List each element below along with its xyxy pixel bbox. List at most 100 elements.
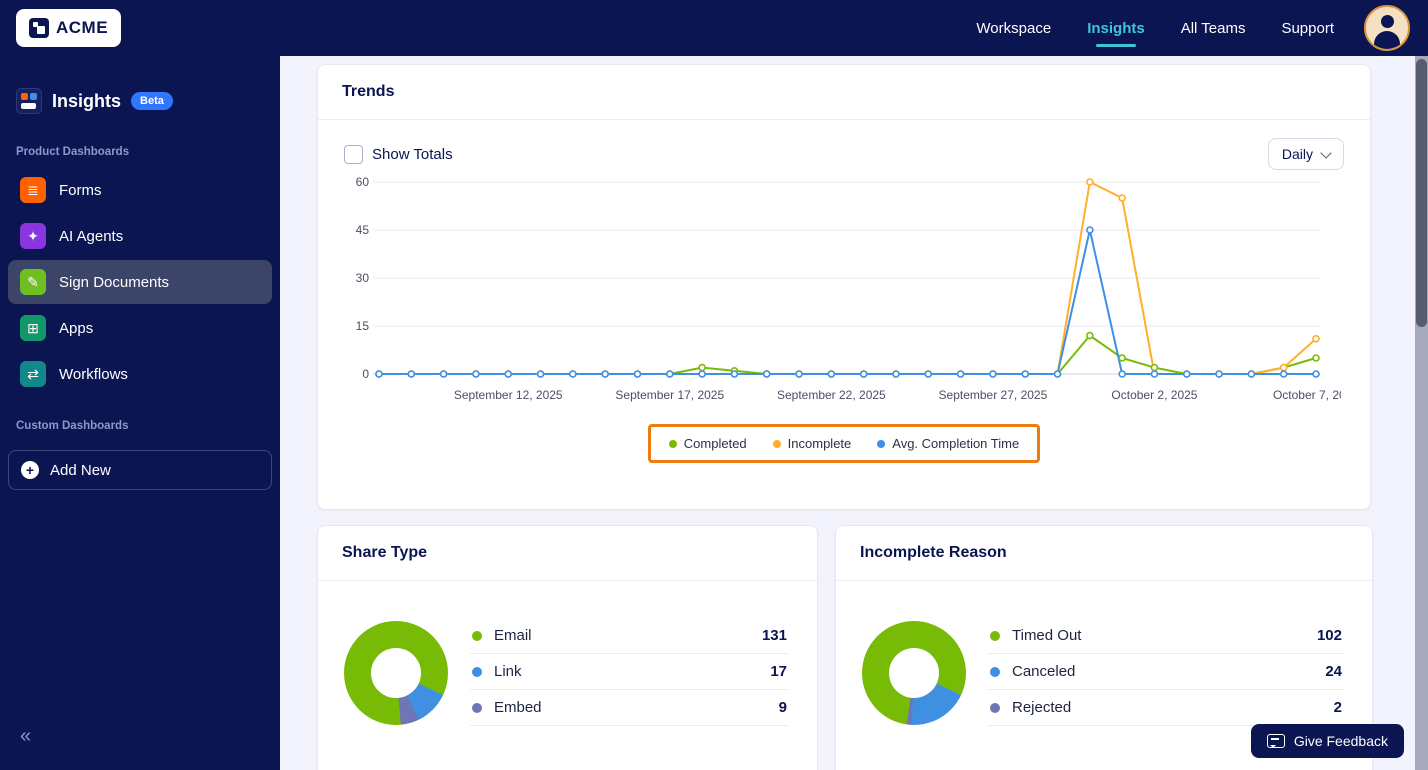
top-nav-all-teams[interactable]: All Teams — [1181, 0, 1246, 56]
top-nav: Workspace Insights All Teams Support — [976, 0, 1334, 56]
data-point-avg-completion-time[interactable] — [601, 370, 609, 378]
data-point-completed[interactable] — [1118, 354, 1126, 362]
chevron-down-icon — [1320, 146, 1332, 159]
data-point-avg-completion-time[interactable] — [1247, 370, 1256, 378]
data-point-completed[interactable] — [698, 363, 706, 372]
data-point-avg-completion-time[interactable] — [375, 370, 383, 378]
data-point-avg-completion-time[interactable] — [536, 370, 545, 378]
scrollbar[interactable] — [1415, 56, 1428, 770]
legend-row-label: Canceled — [1012, 663, 1076, 680]
legend-row-label: Timed Out — [1012, 627, 1082, 644]
show-totals-label[interactable]: Show Totals — [372, 146, 453, 163]
sidebar-item-label: AI Agents — [59, 227, 124, 245]
legend-item-incomplete[interactable]: Incomplete — [772, 436, 851, 451]
data-point-avg-completion-time[interactable] — [827, 370, 836, 378]
legend-item-avg-completion-time[interactable]: Avg. Completion Time — [877, 436, 1019, 451]
data-point-avg-completion-time[interactable] — [795, 370, 803, 378]
data-point-avg-completion-time[interactable] — [1279, 370, 1288, 378]
forms-icon: ≣ — [20, 177, 46, 203]
avg-completion-time-dot-icon — [877, 439, 886, 448]
data-point-avg-completion-time[interactable] — [439, 370, 448, 378]
incomplete-reason-title: Incomplete Reason — [836, 526, 1372, 581]
y-axis-label: 30 — [356, 271, 370, 285]
legend-item-completed[interactable]: Completed — [668, 436, 747, 451]
data-point-avg-completion-time[interactable] — [633, 370, 642, 378]
data-point-avg-completion-time[interactable] — [730, 370, 739, 378]
scrollbar-thumb[interactable] — [1416, 59, 1427, 327]
trends-controls: Show Totals Daily — [318, 120, 1370, 174]
section-label-product-dashboards: Product Dashboards — [16, 146, 130, 158]
data-point-avg-completion-time[interactable] — [1150, 370, 1159, 378]
interval-dropdown[interactable]: Daily — [1267, 138, 1344, 170]
legend-row-value: 131 — [761, 627, 787, 644]
add-new-button[interactable]: + Add New — [8, 450, 272, 490]
sidebar-item-workflows[interactable]: ⇄ Workflows — [8, 352, 272, 396]
workflows-icon: ⇄ — [20, 361, 46, 387]
legend-label: Completed — [683, 436, 747, 451]
data-point-avg-completion-time[interactable] — [924, 370, 933, 378]
sidebar-item-ai-agents[interactable]: ✦ AI Agents — [8, 214, 272, 258]
data-point-avg-completion-time[interactable] — [1021, 370, 1030, 378]
show-totals-checkbox[interactable] — [344, 144, 363, 164]
data-point-incomplete[interactable] — [1279, 363, 1288, 372]
data-point-avg-completion-time[interactable] — [892, 370, 900, 378]
data-point-avg-completion-time[interactable] — [698, 370, 706, 378]
rejected-dot-icon — [990, 702, 1000, 713]
legend-row-value: 102 — [1316, 627, 1342, 644]
data-point-completed[interactable] — [1086, 331, 1094, 340]
sidebar-item-label: Workflows — [59, 365, 128, 383]
x-axis-label: October 7, 2025 — [1273, 388, 1341, 402]
sidebar-item-forms[interactable]: ≣ Forms — [8, 168, 272, 212]
feedback-bubble-icon — [1266, 734, 1285, 748]
data-point-incomplete[interactable] — [1312, 335, 1320, 343]
y-axis-label: 15 — [356, 319, 370, 333]
data-point-avg-completion-time[interactable] — [1118, 370, 1126, 378]
give-feedback-button[interactable]: Give Feedback — [1250, 724, 1404, 758]
data-point-avg-completion-time[interactable] — [407, 370, 416, 378]
data-point-avg-completion-time[interactable] — [1312, 370, 1320, 378]
data-point-avg-completion-time[interactable] — [1053, 370, 1062, 378]
sidebar-collapse-button[interactable]: « — [20, 725, 31, 748]
sidebar-menu: ≣ Forms ✦ AI Agents ✎ Sign Documents ⊞ Apps ⇄ Wor… — [0, 168, 280, 396]
legend-row-link: Link 17 — [470, 654, 789, 690]
plus-icon: + — [21, 461, 39, 479]
data-point-incomplete[interactable] — [1086, 178, 1094, 186]
legend-row-value: 24 — [1325, 663, 1342, 680]
sidebar-item-sign-documents[interactable]: ✎ Sign Documents — [8, 260, 272, 304]
legend-row-value: 2 — [1333, 699, 1342, 716]
legend-row-embed: Embed 9 — [470, 690, 789, 726]
sidebar-title: Insights — [52, 90, 122, 111]
series-line-avg-completion-time — [378, 229, 1317, 375]
incomplete-reason-body: Timed Out 102 Canceled 24 Rejected 2 — [836, 581, 1372, 726]
data-point-completed[interactable] — [1312, 354, 1320, 362]
data-point-avg-completion-time[interactable] — [762, 370, 771, 378]
data-point-avg-completion-time[interactable] — [665, 370, 674, 378]
data-point-avg-completion-time[interactable] — [1182, 370, 1191, 378]
data-point-avg-completion-time[interactable] — [956, 370, 965, 378]
top-nav-support[interactable]: Support — [1281, 0, 1334, 56]
data-point-avg-completion-time[interactable] — [859, 370, 868, 378]
acme-logo-text: ACME — [56, 18, 109, 37]
data-point-incomplete[interactable] — [1118, 194, 1126, 202]
ai-agents-icon: ✦ — [20, 223, 46, 249]
data-point-completed[interactable] — [1150, 363, 1159, 372]
data-point-avg-completion-time[interactable] — [472, 370, 480, 378]
acme-logo[interactable]: ACME — [16, 9, 122, 47]
top-nav-workspace[interactable]: Workspace — [976, 0, 1051, 56]
data-point-avg-completion-time[interactable] — [1086, 226, 1094, 234]
legend-row-label: Email — [494, 627, 532, 644]
data-point-avg-completion-time[interactable] — [569, 370, 577, 378]
share-type-card: Share Type Email 131 Link 17 Embed 9 — [317, 525, 818, 770]
sidebar-item-apps[interactable]: ⊞ Apps — [8, 306, 272, 350]
data-point-avg-completion-time[interactable] — [989, 370, 997, 378]
section-label-custom-dashboards: Custom Dashboards — [16, 420, 129, 432]
timed-out-dot-icon — [990, 630, 1000, 641]
data-point-avg-completion-time[interactable] — [1215, 370, 1223, 378]
user-avatar[interactable] — [1364, 5, 1410, 51]
data-point-avg-completion-time[interactable] — [504, 370, 513, 378]
top-nav-insights[interactable]: Insights — [1087, 0, 1145, 56]
series-line-completed — [378, 334, 1317, 375]
legend-row-label: Link — [494, 663, 522, 680]
sign-documents-icon: ✎ — [20, 269, 46, 295]
legend-row-rejected: Rejected 2 — [988, 690, 1344, 726]
